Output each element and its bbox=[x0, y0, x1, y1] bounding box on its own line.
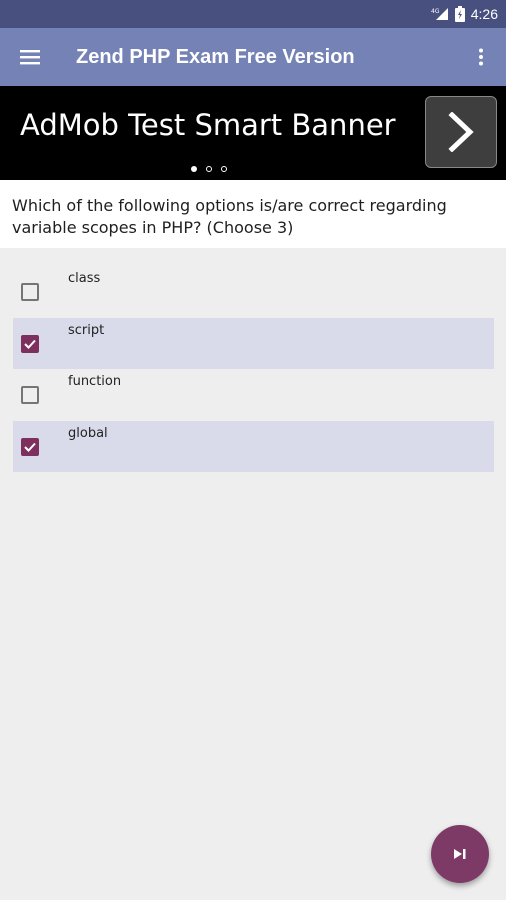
check-icon bbox=[24, 339, 36, 349]
ad-banner[interactable]: AdMob Test Smart Banner bbox=[0, 86, 506, 180]
status-time: 4:26 bbox=[470, 6, 498, 22]
option-label: function bbox=[68, 374, 122, 389]
menu-button[interactable] bbox=[0, 28, 60, 86]
option-label: global bbox=[68, 425, 108, 441]
hamburger-menu-icon bbox=[20, 50, 40, 65]
option-checkbox[interactable] bbox=[21, 334, 39, 353]
option-checkbox[interactable] bbox=[21, 283, 39, 301]
page-dot bbox=[221, 166, 227, 172]
option-label: script bbox=[68, 322, 105, 338]
more-vert-icon bbox=[479, 48, 483, 66]
svg-text:4G: 4G bbox=[431, 8, 440, 15]
option-row-global[interactable]: global bbox=[13, 420, 494, 472]
ad-page-indicator bbox=[191, 166, 227, 172]
status-bar: 4G 4:26 bbox=[0, 0, 506, 28]
option-checkbox[interactable] bbox=[21, 437, 39, 456]
app-bar: Zend PHP Exam Free Version bbox=[0, 28, 506, 86]
option-row-class[interactable]: class bbox=[13, 266, 494, 318]
battery-icon bbox=[454, 6, 465, 22]
check-icon bbox=[24, 442, 36, 452]
ad-banner-arrow-button[interactable] bbox=[425, 96, 497, 168]
next-question-button[interactable] bbox=[431, 825, 489, 883]
page-dot bbox=[206, 166, 212, 172]
option-row-script[interactable]: script bbox=[13, 317, 494, 369]
overflow-menu-button[interactable] bbox=[456, 28, 506, 86]
options-list: class script function global bbox=[13, 266, 494, 472]
chevron-right-icon bbox=[448, 112, 474, 152]
skip-next-icon bbox=[454, 849, 466, 859]
question-text: Which of the following options is/are co… bbox=[0, 180, 506, 248]
option-label: class bbox=[68, 271, 101, 286]
app-title: Zend PHP Exam Free Version bbox=[76, 45, 355, 68]
page-dot-active bbox=[191, 166, 197, 172]
signal-icon: 4G bbox=[431, 8, 448, 20]
option-row-function[interactable]: function bbox=[13, 369, 494, 421]
ad-banner-text: AdMob Test Smart Banner bbox=[20, 108, 396, 142]
option-checkbox[interactable] bbox=[21, 386, 39, 404]
